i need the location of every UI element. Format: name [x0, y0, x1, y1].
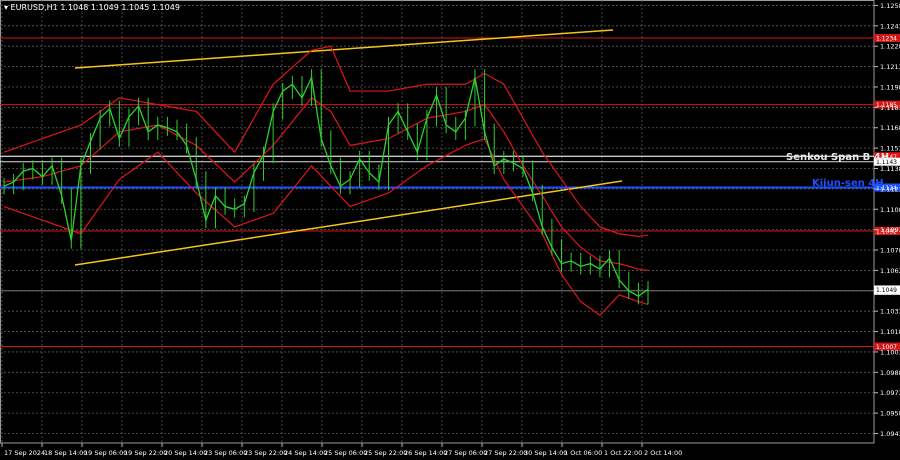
kijun-sen-label: Kijun-sen 4H	[812, 178, 884, 189]
time-tick-label: 19 Sep 06:00	[84, 449, 127, 457]
time-tick-label: 17 Sep 2024	[4, 449, 45, 457]
price-tick-label: 1.1183	[880, 104, 900, 112]
time-tick-label: 1 Oct 06:00	[564, 449, 602, 457]
price-tick-label: 1.1018	[880, 328, 900, 336]
price-tick-label: 1.1138	[880, 165, 900, 173]
price-tick-label: 1.1258	[880, 2, 900, 10]
time-tick-label: 30 Sep 14:00	[524, 449, 567, 457]
price-tick-label: 1.1033	[880, 308, 900, 316]
time-tick-label: 25 Sep 22:00	[364, 449, 407, 457]
price-tick-label: 1.0973	[880, 389, 900, 397]
channel-line	[74, 29, 614, 69]
price-tick-label: 1.1108	[880, 206, 900, 214]
channel-line	[74, 180, 623, 266]
time-axis: 17 Sep 202418 Sep 14:0019 Sep 06:0019 Se…	[1, 443, 682, 457]
grid	[0, 0, 875, 444]
level-price-label: 1.1234	[876, 36, 897, 43]
price-chart: 1.12341.11851.11471.11431.11241.10921.10…	[0, 0, 900, 457]
price-tick-label: 1.1228	[880, 43, 900, 51]
senkou-span-label: Senkou Span B 4H	[786, 152, 889, 163]
price-tick-label: 1.1003	[880, 348, 900, 356]
time-tick-label: 20 Sep 14:00	[164, 449, 207, 457]
price-tick-label: 1.1243	[880, 22, 900, 30]
price-tick-label: 1.0958	[880, 410, 900, 418]
price-tick-label: 1.1213	[880, 63, 900, 71]
time-tick-label: 19 Sep 22:00	[124, 449, 167, 457]
price-tick-label: 1.0943	[880, 430, 900, 438]
chart-header: ▾ EURUSD,H1 1.1048 1.1049 1.1045 1.1049	[4, 3, 180, 12]
time-tick-label: 25 Sep 06:00	[324, 449, 367, 457]
time-tick-label: 23 Sep 22:00	[244, 449, 287, 457]
time-tick-label: 27 Sep 22:00	[484, 449, 527, 457]
time-tick-label: 24 Sep 14:00	[284, 449, 327, 457]
price-tick-label: 1.1198	[880, 83, 900, 91]
horizontal-levels: 1.12341.11851.11471.11431.11241.10921.10…	[0, 34, 900, 351]
current-price-label: 1.1049	[876, 287, 897, 294]
price-tick-label: 1.1063	[880, 267, 900, 275]
price-axis: 1.1258 1.1243 1.1228 1.1213 1.1198 1.1183 1.11…	[874, 2, 900, 438]
time-tick-label: 2 Oct 14:00	[644, 449, 682, 457]
bollinger-bands	[3, 45, 649, 317]
time-tick-label: 26 Sep 14:00	[404, 449, 447, 457]
price-tick-label: 1.1168	[880, 124, 900, 132]
price-tick-label: 1.1093	[880, 226, 900, 234]
time-tick-label: 1 Oct 22:00	[604, 449, 642, 457]
time-tick-label: 27 Sep 06:00	[444, 449, 487, 457]
price-tick-label: 1.0988	[880, 369, 900, 377]
chart-window: 1.1234 1.1185 1.1147 1.1143 1.1124 1.1092 1.10…	[0, 0, 900, 460]
time-tick-label: 18 Sep 14:00	[44, 449, 87, 457]
time-tick-label: 23 Sep 06:00	[204, 449, 247, 457]
price-tick-label: 1.1078	[880, 247, 900, 255]
